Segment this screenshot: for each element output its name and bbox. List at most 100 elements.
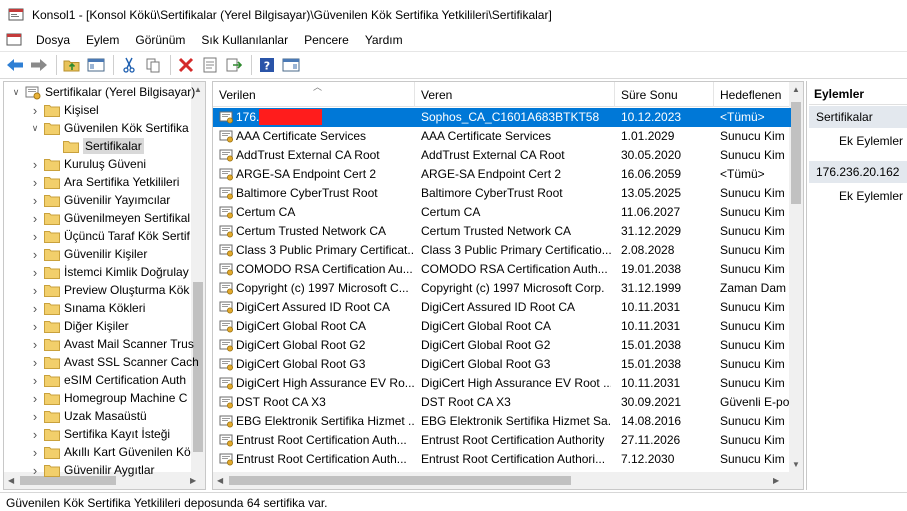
collapse-chevron-icon[interactable]: ›: [29, 247, 41, 262]
collapse-chevron-icon[interactable]: ›: [29, 211, 41, 226]
column-verilen[interactable]: Verilen: [213, 82, 415, 107]
export-list-button[interactable]: [223, 54, 245, 76]
tree-item[interactable]: › Üçüncü Taraf Kök Sertif: [29, 227, 190, 245]
tree-item[interactable]: › Sınama Kökleri: [29, 299, 146, 317]
tree-item[interactable]: Sertifikalar: [48, 137, 144, 155]
tree-item[interactable]: › Akıllı Kart Güvenilen Kö: [29, 443, 191, 461]
show-hide-tree-button[interactable]: [85, 54, 107, 76]
collapse-chevron-icon[interactable]: ›: [29, 103, 41, 118]
table-row[interactable]: ARGE-SA Endpoint Cert 2 ARGE-SA Endpoint …: [213, 165, 791, 184]
table-row[interactable]: Class 3 Public Primary Certificat... Clas…: [213, 241, 791, 260]
table-row[interactable]: Entrust Root Certification Auth... Entrus…: [213, 450, 791, 469]
tree-item[interactable]: › İstemci Kimlik Doğrulay: [29, 263, 189, 281]
more-actions-link[interactable]: Ek Eylemler: [839, 186, 903, 206]
table-row[interactable]: DST Root CA X3 DST Root CA X3 30.09.2021 Gü…: [213, 393, 791, 412]
tree-item[interactable]: › eSIM Certification Auth: [29, 371, 186, 389]
show-hide-action-pane-button[interactable]: [280, 54, 302, 76]
collapse-chevron-icon[interactable]: ›: [29, 283, 41, 298]
tree-vertical-scrollbar[interactable]: ▲: [191, 82, 205, 472]
menu-yardim[interactable]: Yardım: [357, 30, 411, 50]
menu-eylem[interactable]: Eylem: [78, 30, 127, 50]
list-vertical-scrollbar[interactable]: ▲ ▼: [789, 82, 803, 472]
collapse-chevron-icon[interactable]: ›: [29, 355, 41, 370]
collapse-chevron-icon[interactable]: ›: [29, 463, 41, 478]
table-row[interactable]: Baltimore CyberTrust Root Baltimore Cyber…: [213, 184, 791, 203]
menu-gorunum[interactable]: Görünüm: [127, 30, 193, 50]
tree-item[interactable]: ∨ Güvenilen Kök Sertifika: [29, 119, 189, 137]
actions-section-selected-cert[interactable]: 176.236.20.162: [809, 161, 907, 183]
collapse-chevron-icon[interactable]: ›: [29, 193, 41, 208]
certificate-list[interactable]: ︿ Verilen Veren Süre Sonu Hedeflenen ▲ ▼…: [212, 81, 804, 490]
collapse-chevron-icon[interactable]: ›: [29, 337, 41, 352]
more-actions-link[interactable]: Ek Eylemler: [839, 131, 903, 151]
help-button[interactable]: ?: [256, 54, 278, 76]
menu-pencere[interactable]: Pencere: [296, 30, 357, 50]
table-row[interactable]: 176. Sophos_CA_C1601A683BTKT58 10.12.2023 <…: [213, 108, 791, 127]
tree-item[interactable]: › Avast SSL Scanner Cach: [29, 353, 199, 371]
tree-item[interactable]: › Güvenilir Aygıtlar: [29, 461, 155, 479]
properties-button[interactable]: [199, 54, 221, 76]
table-row[interactable]: COMODO RSA Certification Au... COMODO RSA…: [213, 260, 791, 279]
scroll-right-arrow-icon[interactable]: ▶: [773, 476, 779, 485]
collapse-chevron-icon[interactable]: ›: [29, 409, 41, 424]
table-row[interactable]: DigiCert Global Root CA DigiCert Global R…: [213, 317, 791, 336]
scroll-up-arrow-icon[interactable]: ▲: [792, 85, 800, 94]
copy-button[interactable]: [142, 54, 164, 76]
table-row[interactable]: Entrust Root Certification Auth... Entrus…: [213, 431, 791, 450]
collapse-chevron-icon[interactable]: ›: [29, 229, 41, 244]
list-hscroll-thumb[interactable]: [229, 476, 571, 485]
collapse-chevron-icon[interactable]: ›: [29, 427, 41, 442]
column-sure-sonu[interactable]: Süre Sonu: [615, 82, 714, 107]
column-hedeflenen[interactable]: Hedeflenen: [714, 82, 791, 107]
table-row[interactable]: EBG Elektronik Sertifika Hizmet ... EBG E…: [213, 412, 791, 431]
collapse-chevron-icon[interactable]: ›: [29, 175, 41, 190]
console-tree[interactable]: ▲ ◀ ▶ ∨ Sertifikalar (Yerel Bilgisayar) › K…: [3, 81, 206, 490]
forward-button[interactable]: [28, 54, 50, 76]
tree-item[interactable]: › Güvenilir Yayımcılar: [29, 191, 170, 209]
collapse-chevron-icon[interactable]: ›: [29, 157, 41, 172]
collapse-chevron-icon[interactable]: ›: [29, 445, 41, 460]
collapse-chevron-icon[interactable]: ›: [29, 265, 41, 280]
scroll-left-arrow-icon[interactable]: ◀: [8, 476, 14, 485]
table-row[interactable]: Copyright (c) 1997 Microsoft C... Copyrig…: [213, 279, 791, 298]
tree-item[interactable]: › Uzak Masaüstü: [29, 407, 147, 425]
table-row[interactable]: DigiCert High Assurance EV Ro... DigiCert…: [213, 374, 791, 393]
table-row[interactable]: Certum Trusted Network CA Certum Trusted …: [213, 222, 791, 241]
menu-sik-kullanilanlar[interactable]: Sık Kullanılanlar: [193, 30, 296, 50]
expand-chevron-icon[interactable]: ∨: [10, 86, 22, 98]
tree-item[interactable]: › Ara Sertifika Yetkilileri: [29, 173, 180, 191]
actions-section-certificates[interactable]: Sertifikalar: [809, 106, 907, 128]
cut-button[interactable]: [118, 54, 140, 76]
table-row[interactable]: DigiCert Global Root G2 DigiCert Global R…: [213, 336, 791, 355]
mmc-console-icon[interactable]: [8, 7, 24, 23]
tree-item[interactable]: › Avast Mail Scanner Trus: [29, 335, 194, 353]
table-row[interactable]: AddTrust External CA Root AddTrust Extern…: [213, 146, 791, 165]
tree-item[interactable]: › Preview Oluşturma Kök: [29, 281, 190, 299]
table-row[interactable]: DigiCert Assured ID Root CA DigiCert Assu…: [213, 298, 791, 317]
tree-item[interactable]: › Diğer Kişiler: [29, 317, 129, 335]
scroll-left-arrow-icon[interactable]: ◀: [217, 476, 223, 485]
scroll-right-arrow-icon[interactable]: ▶: [190, 476, 196, 485]
mmc-menu-icon[interactable]: [6, 33, 22, 47]
tree-item[interactable]: › Kuruluş Güveni: [29, 155, 146, 173]
delete-button[interactable]: [175, 54, 197, 76]
tree-item[interactable]: › Sertifika Kayıt İsteği: [29, 425, 170, 443]
list-horizontal-scrollbar[interactable]: ◀ ▶: [213, 472, 803, 489]
tree-item[interactable]: › Homegroup Machine C: [29, 389, 188, 407]
list-scroll-thumb[interactable]: [791, 102, 801, 204]
back-button[interactable]: [4, 54, 26, 76]
collapse-chevron-icon[interactable]: ›: [29, 319, 41, 334]
collapse-chevron-icon[interactable]: ›: [29, 301, 41, 316]
expand-chevron-icon[interactable]: ∨: [29, 122, 41, 134]
scroll-down-arrow-icon[interactable]: ▼: [792, 460, 800, 469]
tree-item[interactable]: › Güvenilmeyen Sertifikal: [29, 209, 190, 227]
tree-item[interactable]: › Kişisel: [29, 101, 99, 119]
tree-item[interactable]: › Güvenilir Kişiler: [29, 245, 148, 263]
table-row[interactable]: AAA Certificate Services AAA Certificate …: [213, 127, 791, 146]
menu-dosya[interactable]: Dosya: [28, 30, 78, 50]
up-level-button[interactable]: [61, 54, 83, 76]
column-veren[interactable]: Veren: [415, 82, 615, 107]
tree-item[interactable]: ∨ Sertifikalar (Yerel Bilgisayar): [10, 83, 195, 101]
table-row[interactable]: Certum CA Certum CA 11.06.2027 Sunucu Kim: [213, 203, 791, 222]
collapse-chevron-icon[interactable]: ›: [29, 391, 41, 406]
